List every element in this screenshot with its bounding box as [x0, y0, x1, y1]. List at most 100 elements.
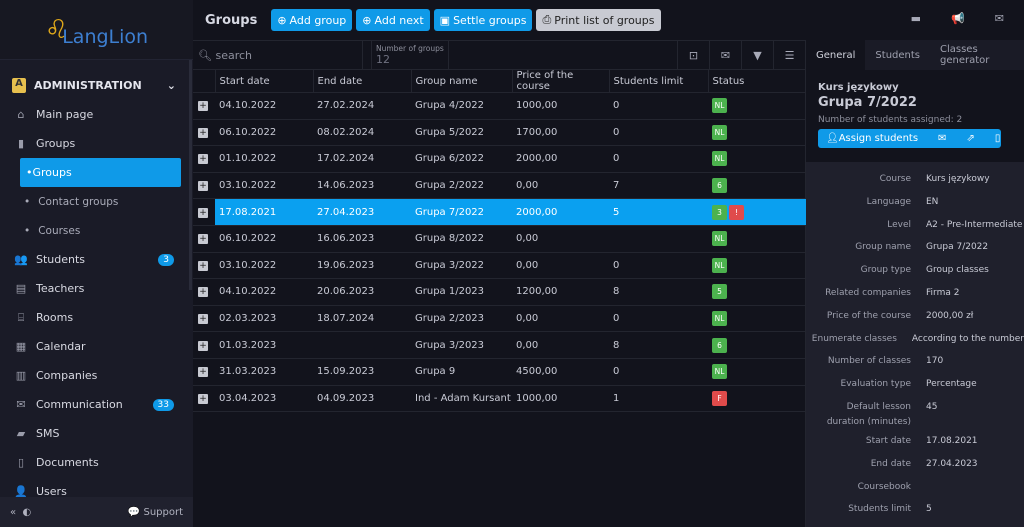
plus-circle-icon: ⊕ [362, 13, 372, 27]
envelope-icon[interactable]: ✉ [938, 133, 946, 144]
megaphone-icon[interactable]: 📢 [951, 12, 965, 25]
administration-section[interactable]: A ADMINISTRATION ⌄ [0, 70, 188, 100]
sidebar-item-label: Rooms [36, 311, 74, 324]
envelope-icon[interactable]: ✉ [709, 41, 741, 69]
label: Assign students [838, 133, 919, 144]
cell-status: NL [708, 92, 806, 120]
column-header[interactable]: Students limit [609, 70, 709, 93]
sidebar-item-main-page[interactable]: ⌂ Main page [0, 100, 188, 129]
expand-plus-icon[interactable]: + [198, 340, 208, 351]
sidebar-item-contact-groups[interactable]: • Contact groups [0, 187, 188, 216]
expand-plus-icon[interactable]: + [198, 207, 208, 218]
cell-start: 03.10.2022 [215, 172, 313, 200]
column-header[interactable]: End date [313, 70, 412, 93]
expand-cell: + [193, 92, 215, 120]
table-row[interactable]: +01.03.2023 Grupa 3/2023 0,00 8 6 [193, 331, 806, 359]
column-header[interactable]: Group name [411, 70, 513, 93]
table-row[interactable]: +03.04.2023 04.09.2023 Ind - Adam Kursant 1… [193, 385, 806, 413]
status-badge: NL [712, 151, 727, 167]
sidebar-item-sms[interactable]: ▰ SMS [0, 419, 188, 448]
sidebar-item-teachers[interactable]: ▤ Teachers [0, 274, 188, 303]
assign-students-button[interactable]: 👤︎Assign students [826, 133, 918, 144]
cell-start: 02.03.2023 [215, 305, 313, 333]
contrast-icon[interactable]: ◐ [22, 507, 31, 518]
companies-icon: ▥ [15, 369, 27, 382]
money-icon: ▣ [439, 13, 451, 27]
cell-name: Grupa 5/2022 [411, 119, 512, 147]
expand-plus-icon[interactable]: + [198, 367, 208, 378]
table-row[interactable]: +06.10.2022 16.06.2023 Grupa 8/2022 0,00 NL [193, 225, 806, 253]
table-row[interactable]: +02.03.2023 18.07.2024 Grupa 2/2023 0,00 0 NL [193, 305, 806, 333]
status-badge: NL [712, 257, 727, 273]
calendar-icon: ▦ [15, 340, 27, 353]
cell-end [313, 331, 411, 359]
expand-plus-icon[interactable]: + [198, 181, 208, 192]
sidebar-item-groups[interactable]: ▮ Groups [0, 129, 188, 158]
tab-general[interactable]: General [806, 40, 866, 70]
search-input[interactable]: 🔍︎ search [193, 41, 363, 69]
add-group-button[interactable]: ⊕ Add group [271, 9, 353, 31]
expand-plus-icon[interactable]: + [198, 127, 208, 138]
support-link[interactable]: 💬 Support [128, 507, 183, 518]
collapse-icon[interactable]: « [10, 507, 16, 518]
expand-plus-icon[interactable]: + [198, 393, 208, 404]
column-header[interactable]: Status [708, 70, 806, 93]
column-header[interactable]: Start date [215, 70, 314, 93]
table-row[interactable]: +31.03.2023 15.09.2023 Grupa 9 4500,00 0 NL [193, 358, 806, 386]
sidebar-item-documents[interactable]: ▯ Documents [0, 448, 188, 477]
share-icon[interactable]: ⇗ [966, 133, 974, 144]
cell-end: 04.09.2023 [313, 385, 411, 413]
table-row[interactable]: +06.10.2022 08.02.2024 Grupa 5/2022 1700,00… [193, 119, 806, 147]
detail-row: Group name Grupa 7/2022 [806, 236, 1024, 259]
table-row[interactable]: +04.10.2022 27.02.2024 Grupa 4/2022 1000,00… [193, 92, 806, 120]
cell-start: 01.03.2023 [215, 331, 313, 359]
sidebar-item-communication[interactable]: ✉ Communication 33 [0, 390, 188, 419]
tab-students[interactable]: Students [865, 40, 930, 70]
print-list-button[interactable]: ⎙ Print list of groups [536, 9, 661, 31]
detail-label: Default lesson duration (minutes) [826, 401, 911, 427]
export-icon[interactable]: ⊡ [677, 41, 709, 69]
expand-plus-icon[interactable]: + [198, 287, 208, 298]
document-icon: ▯ [17, 456, 25, 469]
cell-start: 01.10.2022 [215, 145, 313, 173]
status-badge: 5 [712, 284, 727, 300]
archive-icon[interactable]: ▬ [911, 12, 921, 25]
sidebar-item-students[interactable]: 👥 Students 3 [0, 245, 188, 274]
table-row[interactable]: +01.10.2022 17.02.2024 Grupa 6/2022 2000,00… [193, 145, 806, 173]
sidebar-item-courses[interactable]: • Courses [0, 216, 188, 245]
add-next-button[interactable]: ⊕ Add next [356, 9, 430, 31]
filter-icon[interactable]: ▼ [741, 41, 773, 69]
detail-value: Group classes [926, 265, 989, 276]
menu-icon[interactable]: ☰ [773, 41, 805, 69]
cell-start: 04.10.2022 [215, 278, 313, 306]
column-header[interactable]: Price of the course [512, 70, 610, 93]
expand-plus-icon[interactable]: + [198, 101, 208, 112]
expand-plus-icon[interactable]: + [198, 314, 208, 325]
table-row[interactable]: +03.10.2022 19.06.2023 Grupa 3/2022 0,00 0 NL [193, 252, 806, 280]
groups-table-area: 🔍︎ search Number of groups 12 ⊡ ✉ ▼ ☰ Start … [193, 40, 806, 527]
table-row[interactable]: +17.08.2021 27.04.2023 Grupa 7/2022 2000,00… [193, 198, 806, 226]
sidebar-scrollbar[interactable] [189, 60, 192, 290]
settle-groups-button[interactable]: ▣ Settle groups [433, 9, 533, 31]
detail-value: According to the number [911, 333, 1024, 344]
mobile-icon[interactable]: ▯ [995, 133, 1001, 144]
table-row[interactable]: +03.10.2022 14.06.2023 Grupa 2/2022 0,00 7 6 [193, 172, 806, 200]
detail-row: Level A2 - Pre-Intermediate [806, 214, 1024, 237]
expand-plus-icon[interactable]: + [198, 260, 208, 271]
logo[interactable]: ♌ LangLion [0, 0, 193, 60]
expand-cell: + [193, 331, 215, 359]
table-row[interactable]: +04.10.2022 20.06.2023 Grupa 1/2023 1200,00… [193, 278, 806, 306]
expand-plus-icon[interactable]: + [198, 234, 208, 245]
section-label: ADMINISTRATION [34, 78, 142, 92]
action-bar: 👤︎Assign students ✉ ⇗ ▯ [818, 129, 1001, 148]
expand-plus-icon[interactable]: + [198, 154, 208, 165]
detail-value: A2 - Pre-Intermediate [926, 219, 1023, 230]
sidebar-item-groups[interactable]: • Groups [20, 158, 181, 187]
sidebar-item-rooms[interactable]: ⌸ Rooms [0, 303, 188, 332]
sidebar-item-companies[interactable]: ▥ Companies [0, 361, 188, 390]
tab-classes-generator[interactable]: Classes generator [930, 40, 1024, 70]
rooms-icon: ⌸ [17, 310, 25, 324]
envelope-icon[interactable]: ✉ [995, 12, 1004, 25]
cell-limit [609, 225, 708, 253]
sidebar-item-calendar[interactable]: ▦ Calendar [0, 332, 188, 361]
